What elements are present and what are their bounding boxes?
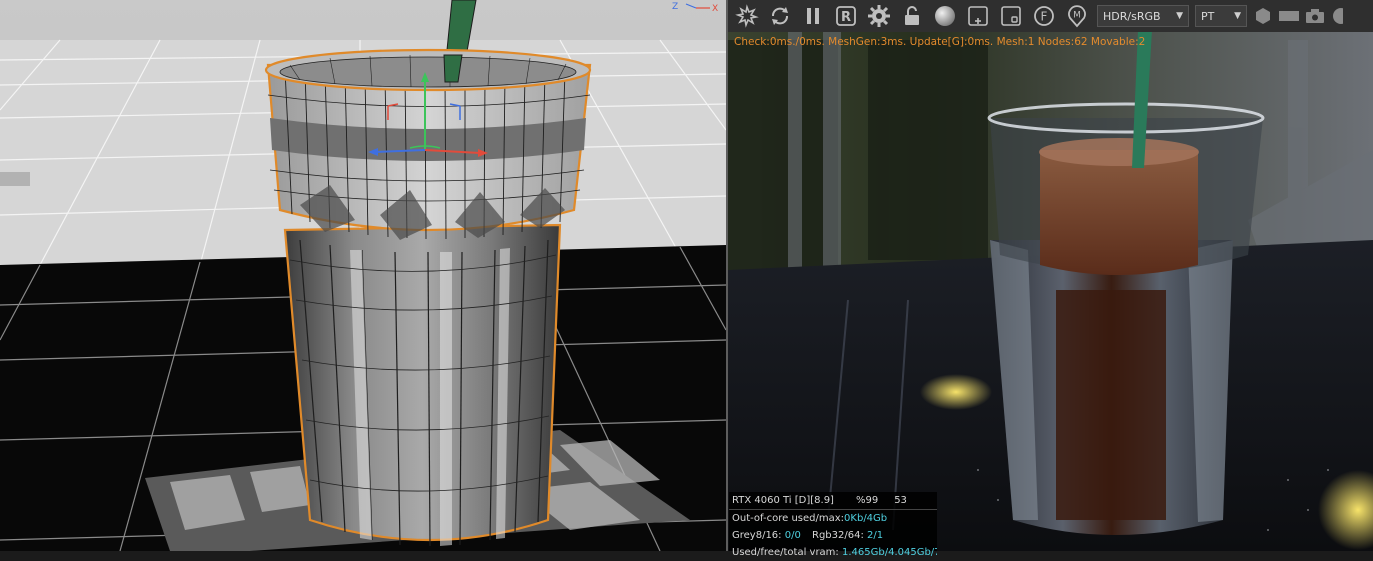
gpu-name: RTX 4060 Ti [D][8.9] <box>732 495 834 506</box>
r-label: R <box>841 10 851 25</box>
cup-lower-body <box>283 223 562 542</box>
m-label: M <box>1073 11 1081 21</box>
more-button[interactable] <box>1331 6 1343 26</box>
pause-icon <box>807 8 819 24</box>
region-r-button[interactable]: R <box>832 2 860 30</box>
render-image <box>728 0 1373 551</box>
color-space-select[interactable]: HDR/sRGB ▼ <box>1097 5 1189 27</box>
pause-button[interactable] <box>799 2 827 30</box>
add-region-button[interactable] <box>964 2 992 30</box>
render-viewport[interactable] <box>728 0 1373 551</box>
rgb-label: Rgb32/64: <box>812 530 864 541</box>
render-coffee <box>1040 150 1198 275</box>
chevron-down-icon: ▼ <box>1234 11 1241 21</box>
render-light-reflection <box>920 374 992 410</box>
settings-icon <box>868 5 890 27</box>
f-button[interactable]: F <box>1030 2 1058 30</box>
viewport-scene <box>0 0 726 551</box>
cup-rim-inner <box>279 56 577 88</box>
render-mode-select[interactable]: PT ▼ <box>1195 5 1247 27</box>
m-icon: M <box>1068 5 1086 28</box>
render-status-text: Check:0ms./0ms. MeshGen:3ms. Update[G]:0… <box>734 36 1146 48</box>
out-of-core-label: Out-of-core used/max: <box>732 513 845 524</box>
render-stats-panel: RTX 4060 Ti [D][8.9] %99 53 Out-of-core … <box>729 492 937 558</box>
render-glass-coffee-lower <box>1056 290 1166 520</box>
chevron-down-icon: ▼ <box>1176 11 1183 21</box>
stats-gpu-row: RTX 4060 Ti [D][8.9] %99 53 <box>729 492 937 510</box>
render-toolbar: R F M HDR/sRGB ▼ PT ▼ <box>728 0 1373 32</box>
add-region-icon <box>968 6 988 26</box>
vram-label: Used/free/total vram: <box>732 547 839 558</box>
camera-button[interactable] <box>1305 6 1325 26</box>
circle-icon <box>1333 8 1343 24</box>
film-button[interactable] <box>1279 6 1299 26</box>
gear-settings-icon <box>735 4 759 28</box>
sphere-icon <box>935 6 955 26</box>
axis-z-label: Z <box>672 2 678 12</box>
region-button[interactable] <box>997 2 1025 30</box>
refresh-icon <box>772 7 788 25</box>
stats-out-of-core-row: Out-of-core used/max:0Kb/4Gb <box>729 510 937 527</box>
viewport-perspective[interactable]: Z X <box>0 0 726 551</box>
axis-orientation-gizmo: Z X <box>668 0 726 19</box>
render-mode-value: PT <box>1201 9 1215 23</box>
render-coffee-surface <box>1039 138 1199 166</box>
color-space-value: HDR/sRGB <box>1103 9 1161 23</box>
f-icon: F <box>1034 6 1054 26</box>
region-icon <box>1001 6 1021 26</box>
grey-label: Grey8/16: <box>732 530 782 541</box>
rgb-value: 2/1 <box>867 530 884 541</box>
gpu-percent: %99 <box>855 495 879 506</box>
refresh-button[interactable] <box>766 2 794 30</box>
lock-icon <box>905 6 919 25</box>
grey-value: 0/0 <box>784 530 801 541</box>
stats-texture-row: Grey8/16: 0/0 Rgb32/64: 2/1 <box>729 527 937 544</box>
r-icon: R <box>836 6 856 26</box>
f-label: F <box>1041 10 1048 24</box>
gear-settings-button[interactable] <box>733 2 761 30</box>
axis-x-label: X <box>712 4 718 14</box>
viewport-side-marker <box>0 172 30 186</box>
sphere-button[interactable] <box>931 2 959 30</box>
gpu-count: 53 <box>894 495 907 506</box>
lock-button[interactable] <box>898 2 926 30</box>
hexagon-icon <box>1256 8 1270 24</box>
camera-icon <box>1306 9 1324 23</box>
settings-button[interactable] <box>865 2 893 30</box>
m-button[interactable]: M <box>1063 2 1091 30</box>
stats-vram-row: Used/free/total vram: 1.465Gb/4.045Gb/7.… <box>729 544 937 561</box>
hexagon-button[interactable] <box>1253 6 1273 26</box>
out-of-core-value: 0Kb/4Gb <box>844 513 888 524</box>
vram-value: 1.465Gb/4.045Gb/7.996 <box>841 547 937 558</box>
film-icon <box>1279 11 1299 21</box>
